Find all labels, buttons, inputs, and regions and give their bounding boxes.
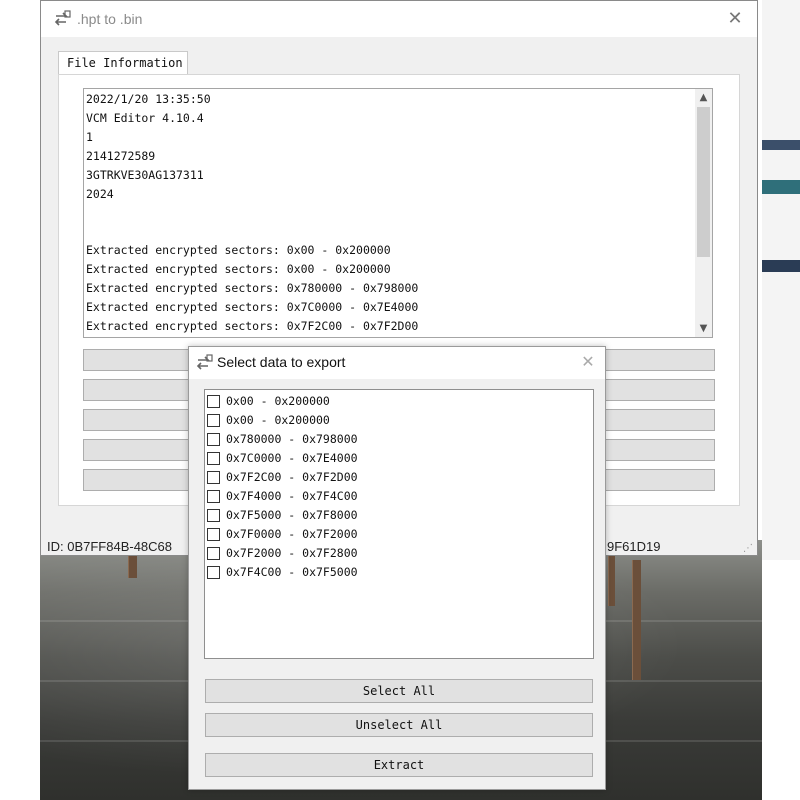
chevron-up-icon[interactable]: ▲ (695, 89, 712, 106)
item-label: 0x00 - 0x200000 (226, 413, 330, 427)
background-post (608, 556, 615, 606)
item-label: 0x7F0000 - 0x7F2000 (226, 527, 358, 541)
item-label: 0x7F5000 - 0x7F8000 (226, 508, 358, 522)
item-label: 0x7F2C00 - 0x7F2D00 (226, 470, 358, 484)
convert-arrows-icon (54, 10, 71, 26)
checkbox[interactable] (207, 394, 220, 408)
vertical-scrollbar[interactable]: ▲ ▼ (695, 89, 712, 337)
list-item[interactable]: 0x7F2000 - 0x7F2800 (207, 544, 358, 562)
window-title: .hpt to .bin (77, 11, 143, 27)
extract-button[interactable]: Extract (205, 753, 593, 777)
background-post (128, 556, 137, 578)
background-post (632, 560, 641, 680)
list-item[interactable]: 0x00 - 0x200000 (207, 411, 330, 429)
item-label: 0x7F2000 - 0x7F2800 (226, 546, 358, 560)
file-info-line: Extracted encrypted sectors: 0x780000 - … (86, 281, 419, 295)
file-info-textbox[interactable]: 2022/1/20 13:35:50 VCM Editor 4.10.4 1 2… (83, 88, 713, 338)
convert-arrows-icon (196, 354, 213, 370)
select-all-button[interactable]: Select All (205, 679, 593, 703)
file-info-line: 2024 (86, 187, 114, 201)
background-window-edge (762, 0, 800, 560)
list-item[interactable]: 0x780000 - 0x798000 (207, 430, 358, 448)
list-item[interactable]: 0x7C0000 - 0x7E4000 (207, 449, 358, 467)
dialog-close-button[interactable]: ✕ (577, 351, 599, 373)
file-info-line: Extracted encrypted sectors: 0x00 - 0x20… (86, 262, 391, 276)
list-item[interactable]: 0x7F0000 - 0x7F2000 (207, 525, 358, 543)
item-label: 0x00 - 0x200000 (226, 394, 330, 408)
item-label: 0x780000 - 0x798000 (226, 432, 358, 446)
export-dialog: Select data to export ✕ 0x00 - 0x200000 … (188, 346, 606, 790)
close-icon: ✕ (581, 352, 595, 371)
checkbox[interactable] (207, 527, 220, 541)
file-info-line: Extracted encrypted sectors: 0x7C0000 - … (86, 300, 419, 314)
checkbox[interactable] (207, 489, 220, 503)
item-label: 0x7F4000 - 0x7F4C00 (226, 489, 358, 503)
file-info-line: 2141272589 (86, 149, 156, 163)
tab-file-information[interactable]: File Information (58, 51, 188, 75)
title-bar: .hpt to .bin ✕ (41, 1, 757, 37)
list-item[interactable]: 0x7F2C00 - 0x7F2D00 (207, 468, 358, 486)
file-info-line: 1 (86, 130, 93, 144)
list-item[interactable]: 0x7F5000 - 0x7F8000 (207, 506, 358, 524)
file-info-line: 2022/1/20 13:35:50 (86, 92, 211, 106)
dialog-title: Select data to export (217, 354, 346, 370)
item-label: 0x7F4C00 - 0x7F5000 (226, 565, 358, 579)
checkbox[interactable] (207, 565, 220, 579)
unselect-all-button[interactable]: Unselect All (205, 713, 593, 737)
dialog-title-bar: Select data to export ✕ (189, 347, 605, 379)
resize-grip-icon[interactable]: ⋰ (743, 543, 753, 554)
close-button[interactable]: ✕ (723, 7, 747, 31)
checkbox[interactable] (207, 546, 220, 560)
list-item[interactable]: 0x7F4000 - 0x7F4C00 (207, 487, 358, 505)
scroll-thumb[interactable] (697, 107, 710, 257)
file-info-line: 3GTRKVE30AG137311 (86, 168, 204, 182)
checkbox[interactable] (207, 451, 220, 465)
file-info-line: Extracted encrypted sectors: 0x7F2C00 - … (86, 319, 419, 333)
file-info-line: Extracted encrypted sectors: 0x00 - 0x20… (86, 243, 391, 257)
checkbox[interactable] (207, 470, 220, 484)
item-label: 0x7C0000 - 0x7E4000 (226, 451, 358, 465)
close-icon: ✕ (727, 8, 743, 29)
status-id-tail: 9F61D19 (607, 539, 661, 554)
status-id: ID: 0B7FF84B-48C68 (47, 539, 173, 554)
checkbox[interactable] (207, 432, 220, 446)
checkbox[interactable] (207, 508, 220, 522)
export-checklist: 0x00 - 0x200000 0x00 - 0x200000 0x780000… (204, 389, 594, 659)
checkbox[interactable] (207, 413, 220, 427)
list-item[interactable]: 0x00 - 0x200000 (207, 392, 330, 410)
file-info-line: VCM Editor 4.10.4 (86, 111, 204, 125)
list-item[interactable]: 0x7F4C00 - 0x7F5000 (207, 563, 358, 581)
chevron-down-icon[interactable]: ▼ (695, 320, 712, 337)
